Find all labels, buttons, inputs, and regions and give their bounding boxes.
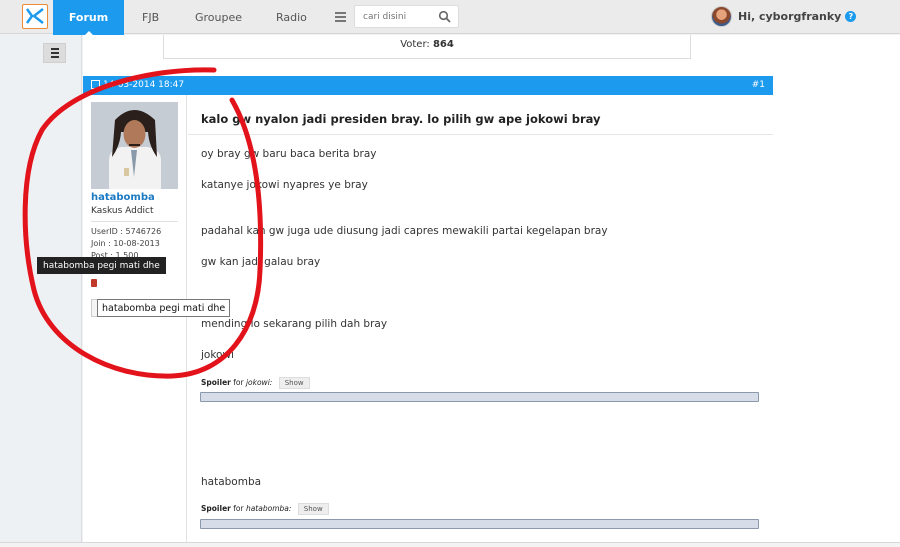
thread-tools-menu-icon[interactable] [43, 43, 66, 63]
spoiler-label: Spoiler [201, 378, 231, 387]
user-greeting[interactable]: Hi, cyborgfranky [738, 10, 841, 23]
post-line: katanye jokowi nyapres ye bray [201, 179, 368, 191]
top-navbar: Forum FJB Groupee Radio Hi, cyborgfranky… [0, 0, 900, 36]
left-rail [0, 35, 82, 547]
user-menu[interactable]: Hi, cyborgfranky ? [711, 5, 857, 27]
hamburger-menu-icon[interactable] [330, 9, 350, 25]
search-box [354, 5, 459, 28]
poll-voter-value: 864 [432, 39, 454, 50]
spoiler-show-button[interactable]: Show [297, 503, 329, 515]
post-line: gw kan jadi galau bray [201, 256, 321, 268]
search-input[interactable] [355, 6, 433, 27]
post-title: kalo gw nyalon jadi presiden bray. lo pi… [201, 112, 601, 126]
avatar[interactable] [711, 5, 732, 27]
search-icon[interactable] [438, 10, 451, 23]
spoiler-content-box [200, 392, 759, 402]
spoiler-show-button[interactable]: Show [278, 377, 310, 389]
kaskus-logo-icon [25, 8, 44, 24]
divider [91, 221, 178, 222]
author-userid: UserID : 5746726 [91, 227, 162, 236]
spoiler-for: for [233, 504, 244, 513]
post-line: padahal kan gw juga ude diusung jadi cap… [201, 225, 608, 237]
nav-tab-forum-label: Forum [68, 11, 109, 24]
post-line: jokowi [201, 349, 234, 361]
post-line: mending lo sekarang pilih dah bray [201, 318, 388, 330]
nav-tab-radio[interactable]: Radio [276, 0, 307, 34]
post-body: kalo gw nyalon jadi presiden bray. lo pi… [188, 95, 773, 547]
spoiler-target: jokowi: [245, 378, 273, 387]
post-permalink[interactable]: #1 [752, 80, 765, 90]
post-header-bar: 14-03-2014 18:47 #1 [83, 76, 773, 95]
horizontal-scrollbar[interactable] [0, 542, 900, 547]
post-date: 14-03-2014 18:47 [103, 80, 185, 90]
kaskus-logo[interactable] [22, 4, 48, 29]
poll-voter-label: Voter: [400, 39, 430, 50]
nav-tab-groupee[interactable]: Groupee [195, 0, 242, 34]
author-avatar[interactable] [91, 102, 178, 189]
post-line: hatabomba [201, 476, 262, 488]
spoiler-header: Spoiler for jokowi: Show [201, 377, 310, 389]
right-whitespace [773, 35, 900, 547]
post-line: oy bray gw baru baca berita bray [201, 148, 377, 160]
spoiler-for: for [233, 378, 244, 387]
tooltip-dark: hatabomba pegi mati dhe [37, 257, 166, 274]
spoiler-label: Spoiler [201, 504, 231, 513]
nav-tab-forum[interactable]: Forum [53, 0, 124, 36]
author-username[interactable]: hatabomba [91, 192, 155, 203]
help-icon[interactable]: ? [845, 10, 857, 22]
spoiler-target: hatabomba: [245, 504, 292, 513]
author-panel: hatabomba Kaskus Addict UserID : 5746726… [83, 95, 187, 547]
post-select-checkbox[interactable] [91, 80, 100, 89]
reputation-icon[interactable] [91, 279, 97, 287]
author-join-date: Join : 10-08-2013 [91, 239, 160, 248]
divider [188, 134, 773, 135]
nav-tab-fjb[interactable]: FJB [142, 0, 159, 34]
spoiler-content-box [200, 519, 759, 529]
author-rank: Kaskus Addict [91, 206, 154, 216]
spoiler-header: Spoiler for hatabomba: Show [201, 503, 329, 515]
author-photo [91, 102, 178, 189]
poll-voter-count: Voter: 864 [163, 35, 691, 59]
